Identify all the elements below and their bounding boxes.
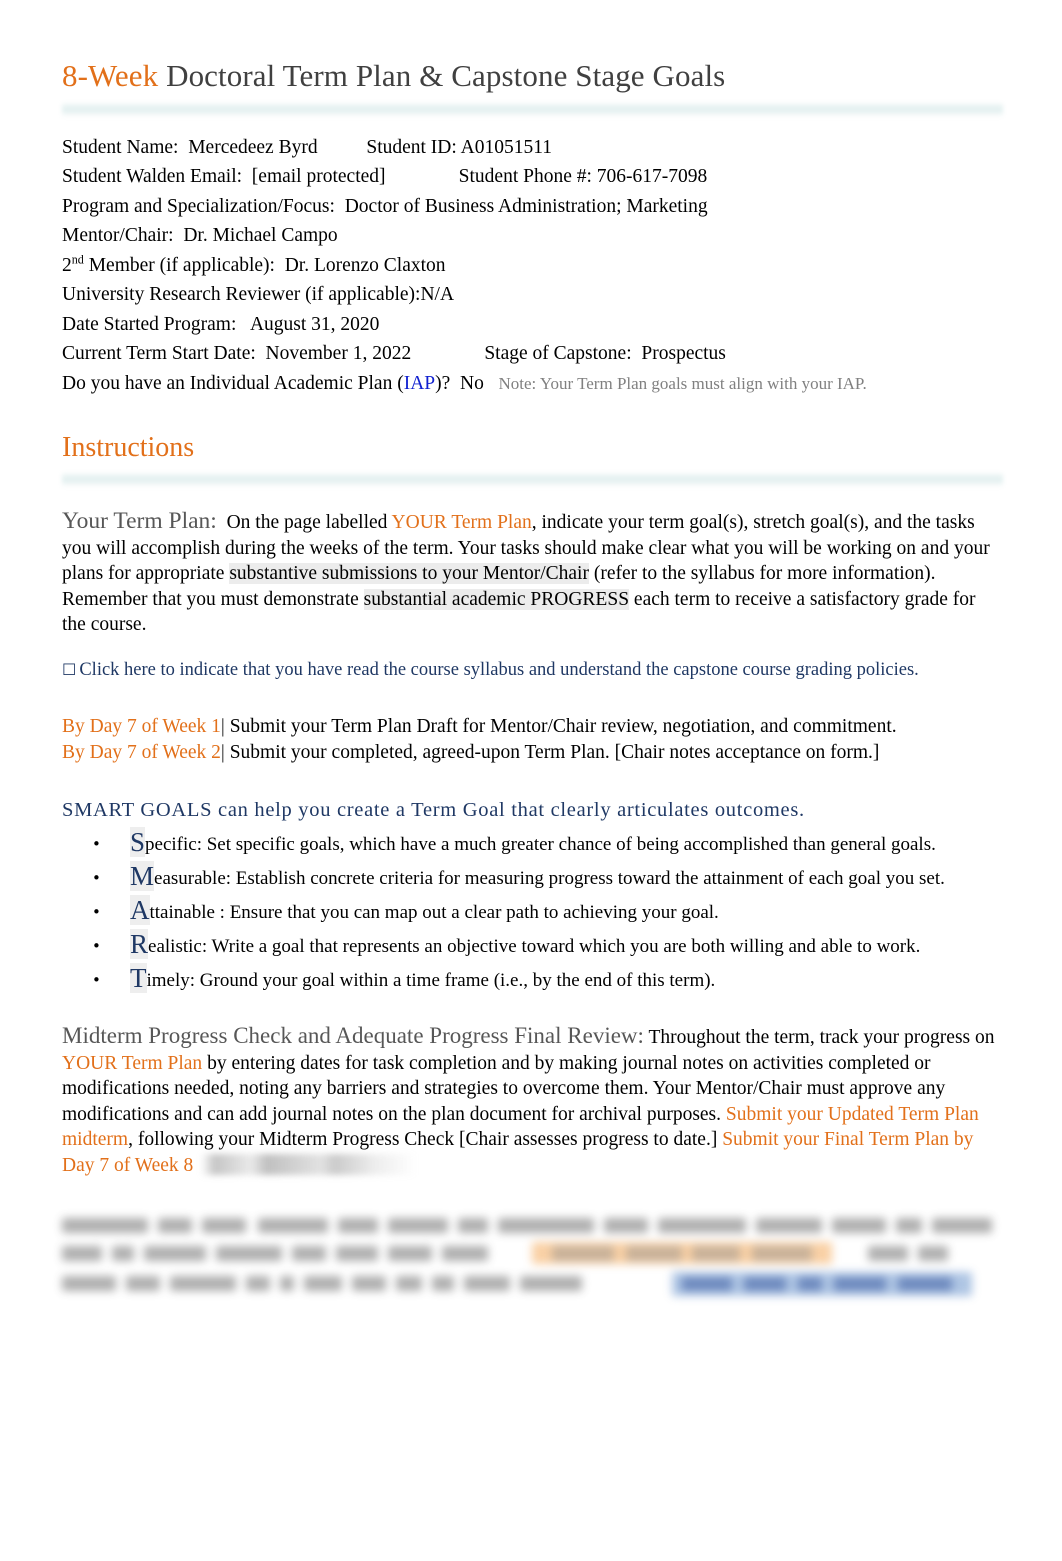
smart-cap-letter: R — [130, 929, 149, 960]
second-member-label-post: Member (if applicable): — [83, 254, 275, 276]
page-content: 8-Week Doctoral Term Plan & Capstone Sta… — [62, 0, 1003, 1306]
mentor-label: Mentor/Chair: — [62, 225, 174, 247]
iap-link[interactable]: IAP — [404, 373, 435, 394]
student-email-label: Student Walden Email: — [62, 166, 243, 188]
term-plan-paragraph: Your Term Plan: On the page labelled YOU… — [62, 508, 1002, 638]
term-plan-shade-1: substantive submissions to your Mentor/C… — [229, 563, 589, 585]
program-label: Program and Specialization/Focus: — [62, 195, 335, 217]
term-plan-link[interactable]: YOUR Term Plan — [392, 512, 532, 533]
page-title: 8-Week Doctoral Term Plan & Capstone Sta… — [62, 0, 1002, 94]
list-item: • Measurable: Establish concrete criteria… — [62, 861, 1002, 892]
midterm-text-4: [Chair assesses progress to date.] — [459, 1129, 723, 1151]
program-value: Doctor of Business Administration; Marke… — [344, 195, 708, 217]
checkbox-icon[interactable]: ☐ — [62, 660, 79, 679]
smart-goals-list: • Specific: Set specific goals, which hav… — [62, 827, 1002, 994]
byday-week2-line: By Day 7 of Week 2| Submit your complete… — [62, 741, 880, 763]
second-member-label-sup: nd — [71, 252, 84, 267]
term-plan-label: Your Term Plan: — [62, 508, 217, 535]
blurred-paragraph-region — [62, 1214, 992, 1306]
stage-label: Stage of Capstone: — [484, 343, 632, 365]
term-plan-shade-2: substantial academic PROGRESS — [363, 588, 630, 610]
smart-item-text: imely: Ground your goal within a time fr… — [146, 970, 716, 992]
smart-item-text: pecific: Set specific goals, which have … — [145, 834, 936, 856]
mentor-line: Mentor/Chair: Dr. Michael Campo — [62, 221, 1002, 251]
bullet-icon: • — [92, 835, 101, 854]
smart-cap-letter: A — [130, 895, 150, 926]
term-start-label: Current Term Start Date: — [62, 343, 256, 365]
term-plan-text-1: On the page labelled — [226, 512, 392, 534]
bullet-icon: • — [92, 869, 101, 888]
midterm-link-1[interactable]: YOUR Term Plan — [62, 1053, 202, 1074]
syllabus-checkbox-row[interactable]: ☐ Click here to indicate that you have re… — [62, 657, 1002, 683]
page-title-rest: Doctoral Term Plan & Capstone Stage Goal… — [166, 58, 726, 93]
midterm-text-1: Throughout the term, track your progress… — [643, 1027, 995, 1049]
student-info-block: Student Name: Mercedeez Byrd Student ID:… — [62, 133, 1002, 399]
mentor-value: Dr. Michael Campo — [183, 225, 338, 247]
list-item: • Attainable : Ensure that you can map ou… — [62, 895, 1002, 926]
date-started-line: Date Started Program: August 31, 2020 — [62, 310, 1002, 340]
byday-week2-label: By Day 7 of Week 2 — [62, 741, 221, 763]
student-name-label: Student Name: — [62, 136, 179, 158]
iap-question-pre: Do you have an Individual Academic Plan … — [62, 372, 404, 394]
second-member-line: 2nd Member (if applicable): Dr. Lorenzo … — [62, 251, 1002, 281]
title-divider — [62, 101, 1003, 117]
byday-block: By Day 7 of Week 1| Submit your Term Pla… — [62, 714, 1002, 765]
smart-item-text: ealistic: Write a goal that represents a… — [148, 936, 921, 958]
urr-value: N/A — [420, 284, 455, 306]
student-email-value: [email protected] — [251, 166, 386, 188]
urr-line: University Research Reviewer (if applica… — [62, 280, 1002, 310]
byday-week1-text: Submit your Term Plan Draft for Mentor/C… — [224, 716, 897, 738]
byday-week1-line: By Day 7 of Week 1| Submit your Term Pla… — [62, 716, 897, 738]
byday-week1-label: By Day 7 of Week 1 — [62, 716, 221, 738]
date-started-label: Date Started Program: — [62, 313, 237, 335]
second-member-label-pre: 2 — [62, 254, 72, 276]
student-phone-label: Student Phone #: — [458, 166, 592, 188]
smart-cap-letter: T — [130, 963, 147, 994]
student-name-line: Student Name: Mercedeez Byrd Student ID:… — [62, 133, 1002, 163]
smart-item-text: easurable: Establish concrete criteria f… — [154, 868, 945, 890]
redacted-text-region — [201, 1153, 418, 1175]
list-item: • Specific: Set specific goals, which hav… — [62, 827, 1002, 858]
iap-note: Note: Your Term Plan goals must align wi… — [498, 373, 867, 393]
list-item: • Realistic: Write a goal that represents… — [62, 929, 1002, 960]
smart-item-text: ttainable : Ensure that you can map out … — [149, 902, 719, 924]
bullet-icon: • — [92, 971, 101, 990]
iap-line: Do you have an Individual Academic Plan … — [62, 369, 1002, 399]
student-email-line: Student Walden Email: [email protected] … — [62, 162, 1002, 192]
instructions-divider — [62, 472, 1003, 488]
term-start-value: November 1, 2022 — [265, 343, 412, 365]
student-id-label: Student ID: — [366, 136, 457, 158]
bullet-icon: • — [92, 937, 101, 956]
stage-value: Prospectus — [641, 343, 726, 365]
student-phone-value: 706-617-7098 — [596, 166, 708, 188]
midterm-text-3: , following your Midterm Progress Check — [128, 1129, 459, 1151]
term-start-line: Current Term Start Date: November 1, 202… — [62, 339, 1002, 369]
list-item: • Timely: Ground your goal within a time … — [62, 963, 1002, 994]
smart-cap-letter: M — [130, 861, 155, 892]
program-line: Program and Specialization/Focus: Doctor… — [62, 192, 1002, 222]
page-title-accent: 8-Week — [62, 58, 159, 93]
student-name-value: Mercedeez Byrd — [188, 136, 318, 158]
bullet-icon: • — [92, 903, 101, 922]
midterm-paragraph: Midterm Progress Check and Adequate Prog… — [62, 1023, 1002, 1178]
iap-question-post: )? — [435, 372, 451, 394]
date-started-value: August 31, 2020 — [249, 313, 380, 335]
smart-cap-letter: S — [130, 827, 146, 858]
syllabus-checkbox-label: Click here to indicate that you have rea… — [79, 660, 919, 681]
instructions-heading: Instructions — [62, 432, 195, 464]
smart-goals-heading: SMART GOALS can help you create a Term G… — [62, 799, 805, 822]
urr-label: University Research Reviewer (if applica… — [62, 284, 421, 306]
midterm-label: Midterm Progress Check and Adequate Prog… — [62, 1023, 644, 1049]
student-id-value: A01051511 — [460, 136, 552, 158]
second-member-value: Dr. Lorenzo Claxton — [284, 254, 446, 276]
iap-answer: No — [460, 372, 484, 394]
document-page: 8-Week Doctoral Term Plan & Capstone Sta… — [0, 0, 1062, 1561]
byday-week2-text: Submit your completed, agreed-upon Term … — [224, 741, 880, 763]
